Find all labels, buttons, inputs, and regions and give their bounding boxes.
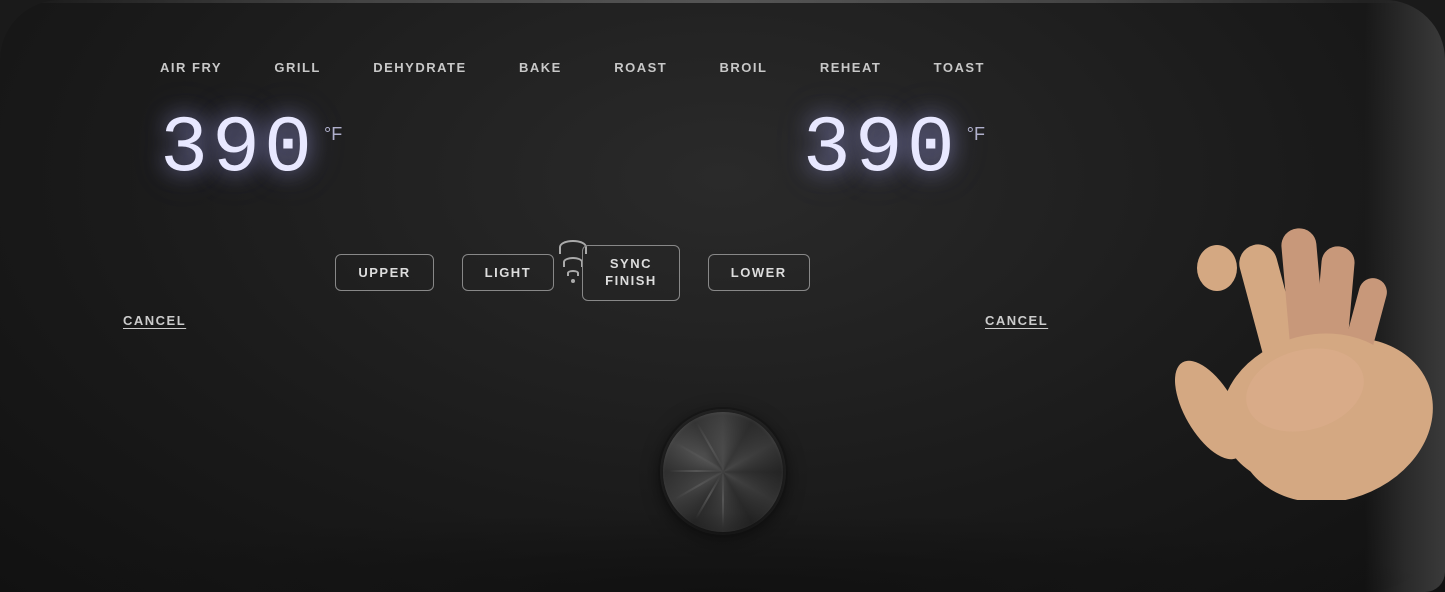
light-button[interactable]: LIGHT — [462, 254, 555, 291]
mode-label-roast[interactable]: ROAST — [614, 60, 667, 75]
lower-temp-display: 390 °F — [803, 110, 985, 190]
mode-label-grill[interactable]: GRILL — [274, 60, 321, 75]
hand-image-area — [995, 0, 1445, 592]
lower-temp-value: 390 — [803, 110, 959, 190]
upper-temp-unit: °F — [324, 124, 342, 145]
mode-label-broil[interactable]: BROIL — [720, 60, 768, 75]
mode-label-bake[interactable]: BAKE — [519, 60, 562, 75]
upper-button[interactable]: UPPER — [335, 254, 433, 291]
lower-button[interactable]: LOWER — [708, 254, 810, 291]
upper-temp-display: 390 °F — [160, 110, 342, 190]
lower-temp-unit: °F — [967, 124, 985, 145]
knob-line-4 — [669, 470, 724, 472]
upper-temp-value: 390 — [160, 110, 316, 190]
knob-line-1 — [722, 472, 724, 527]
hand-svg — [1055, 100, 1445, 500]
control-knob[interactable] — [663, 412, 783, 532]
appliance-panel: AIR FRY GRILL DEHYDRATE BAKE ROAST BROIL… — [0, 0, 1445, 592]
mode-label-reheat[interactable]: REHEAT — [820, 60, 881, 75]
control-knob-container — [663, 412, 783, 532]
mode-label-dehydrate[interactable]: DEHYDRATE — [373, 60, 466, 75]
control-buttons-row: UPPER LIGHT SYNCFINISH LOWER — [100, 245, 1045, 301]
mode-label-air-fry[interactable]: AIR FRY — [160, 60, 222, 75]
mode-labels-row: AIR FRY GRILL DEHYDRATE BAKE ROAST BROIL… — [100, 60, 1045, 75]
cancel-left-button[interactable]: CANCEL — [123, 313, 186, 328]
sync-finish-button[interactable]: SYNCFINISH — [582, 245, 680, 301]
temperature-displays: 390 °F 390 °F — [100, 110, 1045, 190]
mode-label-toast[interactable]: TOAST — [934, 60, 985, 75]
